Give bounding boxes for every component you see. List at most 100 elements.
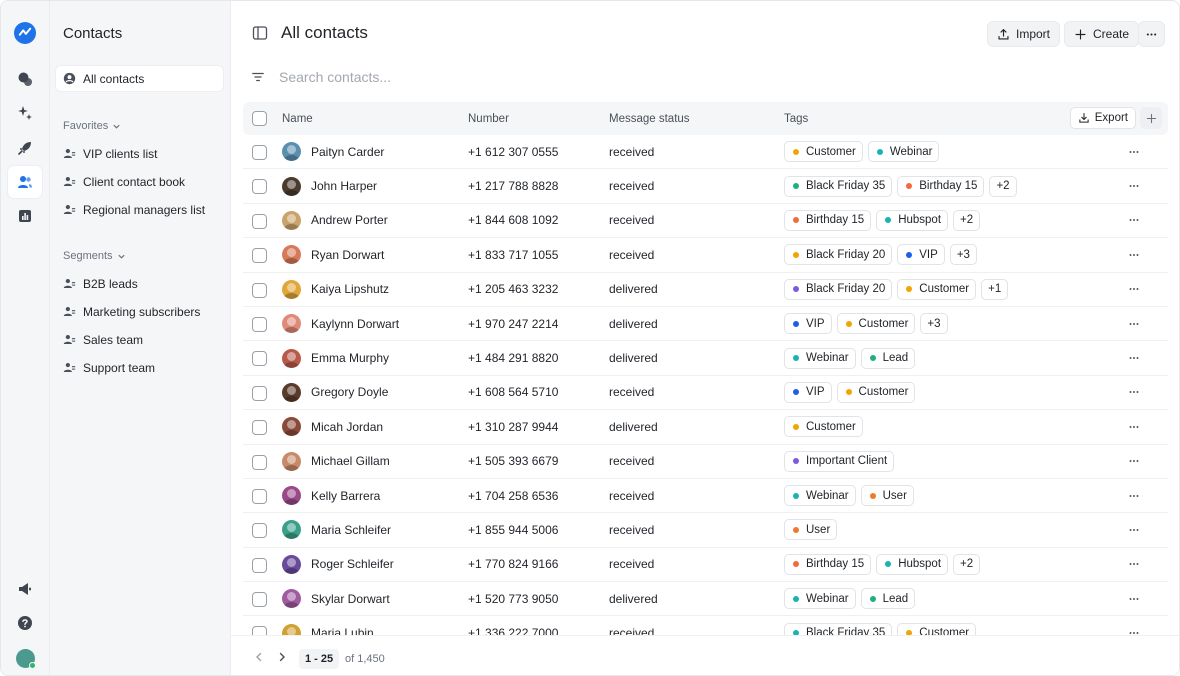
row-checkbox[interactable] <box>252 316 267 332</box>
contact-name-cell[interactable]: Micah Jordan <box>282 417 383 437</box>
tag-chip[interactable]: Hubspot <box>876 553 949 575</box>
row-more-icon[interactable] <box>1127 145 1141 159</box>
row-more-icon[interactable] <box>1127 557 1141 571</box>
segments-section-toggle[interactable]: Segments <box>63 250 126 262</box>
user-avatar[interactable] <box>16 649 36 669</box>
contact-name-cell[interactable]: Kelly Barrera <box>282 486 380 506</box>
more-tags-chip[interactable]: +2 <box>953 209 981 231</box>
filter-icon[interactable] <box>251 70 265 84</box>
row-more-icon[interactable] <box>1127 454 1141 468</box>
tag-chip[interactable]: User <box>784 519 838 541</box>
tag-chip[interactable]: Black Friday 35 <box>784 622 893 636</box>
sidebar-item-support-team[interactable]: Support team <box>56 355 223 380</box>
chevron-left-icon[interactable] <box>253 651 265 663</box>
tag-chip[interactable]: Lead <box>860 588 916 610</box>
row-checkbox[interactable] <box>252 179 267 195</box>
table-row[interactable]: Emma Murphy +1 484 291 8820 delivered Webin… <box>243 341 1168 376</box>
table-row[interactable]: Gregory Doyle +1 608 564 5710 received VIP C… <box>243 376 1168 411</box>
row-checkbox[interactable] <box>252 592 267 608</box>
tag-chip[interactable]: Black Friday 20 <box>784 244 893 266</box>
tag-chip[interactable]: Birthday 15 <box>897 175 985 197</box>
contacts-icon[interactable] <box>8 166 42 198</box>
tag-chip[interactable]: Customer <box>836 381 916 403</box>
tag-chip[interactable]: Webinar <box>784 485 856 507</box>
help-icon[interactable] <box>8 607 42 639</box>
chevron-right-icon[interactable] <box>276 651 288 663</box>
sidebar-item-sales-team[interactable]: Sales team <box>56 327 223 352</box>
table-row[interactable]: Michael Gillam +1 505 393 6679 received Imp… <box>243 445 1168 479</box>
row-more-icon[interactable] <box>1127 282 1141 296</box>
sidebar-item-all-contacts[interactable]: All contacts <box>56 66 223 91</box>
sidebar-item-regional-managers-list[interactable]: Regional managers list <box>56 197 223 222</box>
more-tags-chip[interactable]: +2 <box>953 553 981 575</box>
select-all-checkbox[interactable] <box>252 111 267 126</box>
table-row[interactable]: Kaiya Lipshutz +1 205 463 3232 delivered Bl… <box>243 273 1168 307</box>
tag-chip[interactable]: VIP <box>897 244 945 266</box>
more-options-button[interactable] <box>1138 21 1165 47</box>
table-row[interactable]: Paityn Carder +1 612 307 0555 received Cust… <box>243 135 1168 170</box>
tag-chip[interactable]: Webinar <box>784 588 856 610</box>
pagination-range[interactable]: 1 - 25 <box>299 649 340 669</box>
table-row[interactable]: Skylar Dorwart +1 520 773 9050 delivered We… <box>243 582 1168 617</box>
tag-chip[interactable]: Black Friday 35 <box>784 175 893 197</box>
contact-name-cell[interactable]: Emma Murphy <box>282 348 389 368</box>
row-checkbox[interactable] <box>252 523 267 539</box>
column-header-status[interactable]: Message status <box>609 113 690 125</box>
table-row[interactable]: Kelly Barrera +1 704 258 6536 received Webi… <box>243 479 1168 514</box>
contact-name-cell[interactable]: Paityn Carder <box>282 142 384 162</box>
contact-name-cell[interactable]: Kaiya Lipshutz <box>282 279 389 299</box>
tag-chip[interactable]: Hubspot <box>876 209 949 231</box>
contact-name-cell[interactable]: Skylar Dorwart <box>282 589 390 609</box>
tag-chip[interactable]: Customer <box>897 622 977 636</box>
campaigns-rocket-icon[interactable] <box>8 132 42 164</box>
tag-chip[interactable]: VIP <box>784 381 832 403</box>
export-button[interactable]: Export <box>1069 107 1136 129</box>
tag-chip[interactable]: Important Client <box>784 450 895 472</box>
row-checkbox[interactable] <box>252 488 267 504</box>
table-row[interactable]: John Harper +1 217 788 8828 received Black … <box>243 169 1168 204</box>
table-row[interactable]: Micah Jordan +1 310 287 9944 delivered Cust… <box>243 410 1168 445</box>
row-more-icon[interactable] <box>1127 179 1141 193</box>
sidebar-item-vip-clients-list[interactable]: VIP clients list <box>56 141 223 166</box>
row-more-icon[interactable] <box>1127 385 1141 399</box>
favorites-section-toggle[interactable]: Favorites <box>63 120 121 132</box>
more-tags-chip[interactable]: +1 <box>981 278 1009 300</box>
row-more-icon[interactable] <box>1127 317 1141 331</box>
tag-chip[interactable]: Customer <box>784 141 863 163</box>
tag-chip[interactable]: User <box>860 485 914 507</box>
table-row[interactable]: Roger Schleifer +1 770 824 9166 received Bi… <box>243 548 1168 583</box>
tag-chip[interactable]: Lead <box>860 347 916 369</box>
contact-name-cell[interactable]: Gregory Doyle <box>282 382 388 402</box>
column-header-tags[interactable]: Tags <box>784 113 808 125</box>
table-row[interactable]: Kaylynn Dorwart +1 970 247 2214 delivered V… <box>243 307 1168 342</box>
row-more-icon[interactable] <box>1127 523 1141 537</box>
contact-name-cell[interactable]: Michael Gillam <box>282 451 390 471</box>
row-checkbox[interactable] <box>252 282 267 298</box>
create-button[interactable]: Create <box>1064 21 1140 47</box>
tag-chip[interactable]: Customer <box>897 278 977 300</box>
row-more-icon[interactable] <box>1127 213 1141 227</box>
row-more-icon[interactable] <box>1127 489 1141 503</box>
announcements-megaphone-icon[interactable] <box>8 573 42 605</box>
more-tags-chip[interactable]: +3 <box>949 244 977 266</box>
tag-chip[interactable]: Customer <box>836 313 916 335</box>
row-checkbox[interactable] <box>252 145 267 160</box>
column-header-number[interactable]: Number <box>468 113 509 125</box>
chat-icon[interactable] <box>8 63 42 95</box>
table-row[interactable]: Ryan Dorwart +1 833 717 1055 received Black… <box>243 238 1168 273</box>
table-row[interactable]: Maria Schleifer +1 855 944 5006 received Us… <box>243 513 1168 548</box>
row-more-icon[interactable] <box>1127 420 1141 434</box>
row-more-icon[interactable] <box>1127 248 1141 262</box>
add-column-button[interactable] <box>1140 107 1162 129</box>
tag-chip[interactable]: Birthday 15 <box>784 209 872 231</box>
table-row[interactable]: Andrew Porter +1 844 608 1092 received Birt… <box>243 204 1168 239</box>
row-checkbox[interactable] <box>252 385 267 401</box>
contact-name-cell[interactable]: Andrew Porter <box>282 210 388 230</box>
search-input[interactable] <box>279 69 579 85</box>
row-checkbox[interactable] <box>252 454 267 470</box>
row-checkbox[interactable] <box>252 420 267 436</box>
contact-name-cell[interactable]: John Harper <box>282 176 377 196</box>
column-header-name[interactable]: Name <box>282 113 313 125</box>
tag-chip[interactable]: Black Friday 20 <box>784 278 893 300</box>
contact-name-cell[interactable]: Maria Schleifer <box>282 520 391 540</box>
